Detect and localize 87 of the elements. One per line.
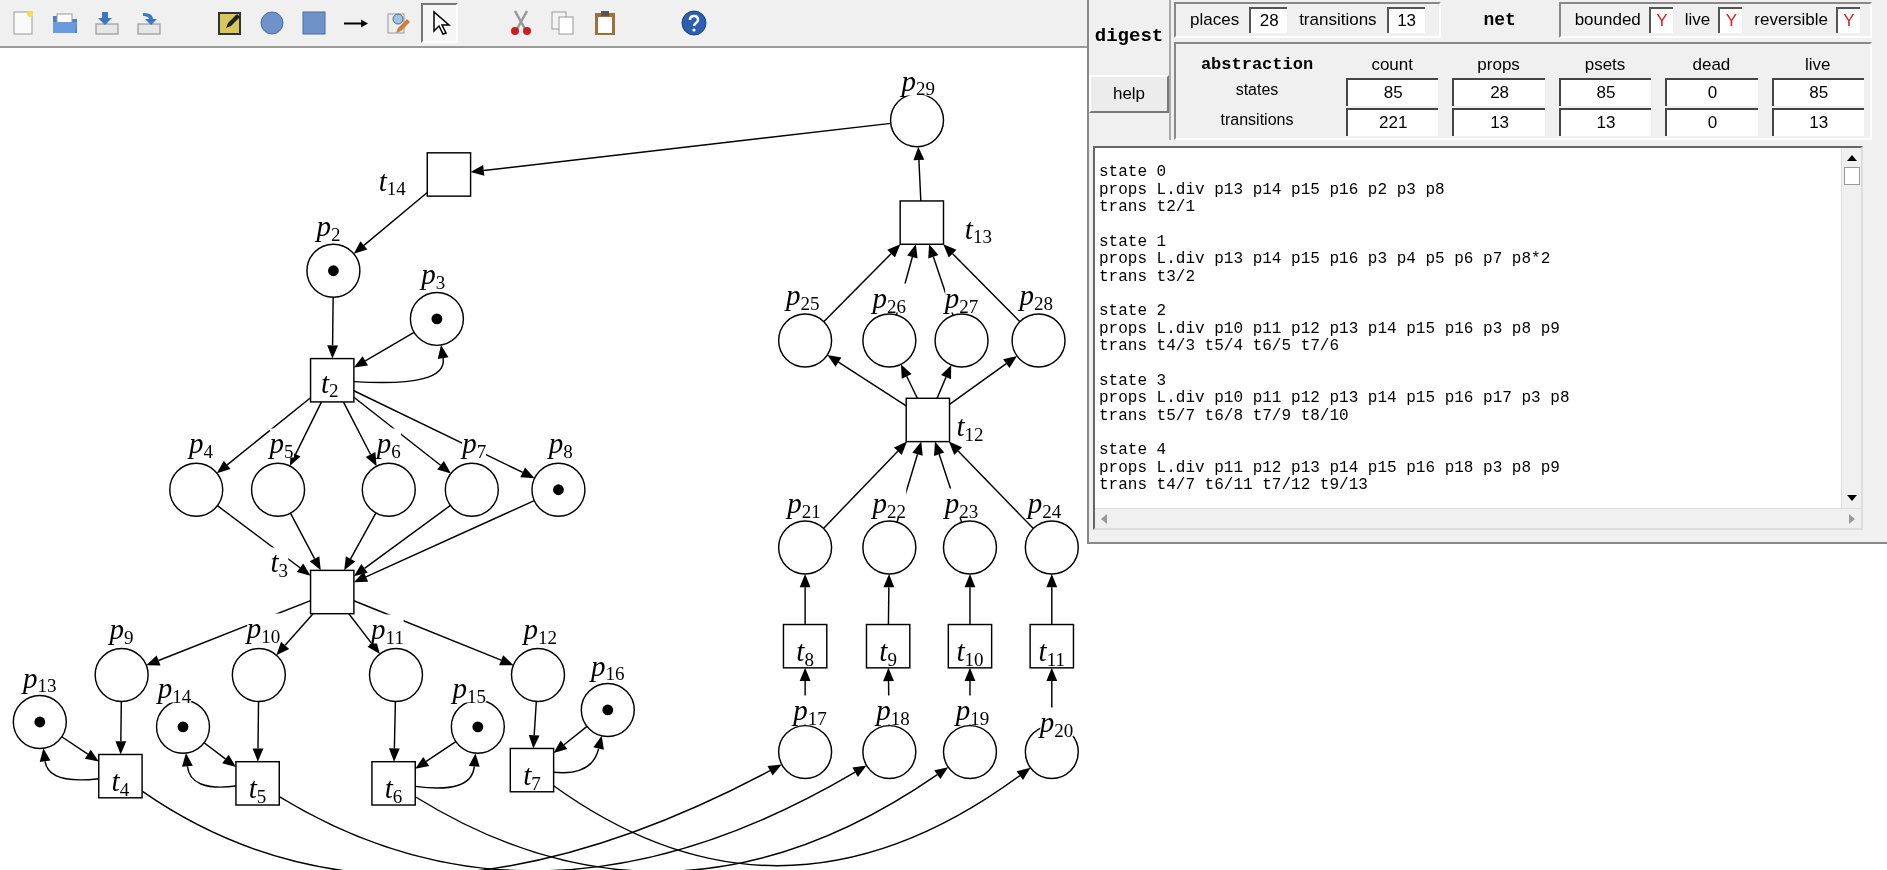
places-label: places (1190, 9, 1240, 32)
place-label: p$_{10}$ (246, 613, 281, 643)
arc-arrow (913, 146, 925, 202)
place-label: p$_{18}$ (876, 695, 910, 725)
value-field[interactable]: 28 (1452, 78, 1545, 106)
output-line: state 1 (1099, 233, 1168, 251)
value-field[interactable]: Y (1836, 7, 1861, 33)
help-icon (679, 9, 708, 37)
place-label: p$_{23}$ (944, 488, 979, 518)
arc-arrow (799, 574, 811, 626)
place-label: p$_{6}$ (376, 428, 401, 458)
place-label: p$_{17}$ (793, 695, 827, 725)
vertical-scrollbar[interactable] (1841, 148, 1861, 508)
row-label: states (1234, 80, 1280, 100)
column-header: psets (1583, 54, 1627, 76)
arc-arrow (327, 296, 338, 359)
output-line: trans t5/7 t6/8 t7/9 t8/10 (1099, 407, 1350, 425)
arc-arrow (252, 700, 264, 762)
value-field[interactable]: 0 (1665, 108, 1758, 136)
value-field[interactable]: 221 (1346, 108, 1439, 136)
column-header: count (1370, 54, 1414, 76)
help-button[interactable]: help (1089, 74, 1169, 113)
arrow-icon (342, 18, 369, 28)
value-field[interactable]: Y (1648, 7, 1673, 33)
flag-label: reversible (1754, 9, 1829, 32)
arc-arrow (528, 700, 540, 749)
down-arrow-icon (1845, 493, 1858, 503)
value-field[interactable]: 13 (1558, 108, 1652, 136)
column-header: dead (1691, 54, 1732, 76)
column-header: live (1804, 54, 1832, 76)
output-line: props L.div p10 p11 p12 p13 p14 p15 p16 p3 p8 p9 (1099, 320, 1561, 338)
output-line: props L.div p11 p12 p13 p14 p15 p16 p18 p3 p8 p9 (1099, 459, 1561, 477)
copy-icon (548, 9, 577, 37)
place-label: p$_{5}$ (269, 428, 294, 458)
flag-label: bounded (1574, 9, 1641, 32)
place-label: p$_{19}$ (955, 695, 990, 725)
arc-arrow (115, 700, 127, 755)
output-line: state 3 (1099, 372, 1168, 390)
place-label: p$_{20}$ (1039, 707, 1074, 737)
column-header: props (1476, 54, 1521, 76)
output-line: state 4 (1099, 442, 1168, 460)
value-field[interactable]: 85 (1771, 78, 1865, 106)
right-arrow-icon (1847, 512, 1857, 525)
digest-title: digest (1094, 24, 1164, 49)
value-field[interactable]: 85 (1346, 78, 1439, 106)
transitions-label: transitions (1299, 9, 1377, 32)
transition-label: t$_{3}$ (270, 547, 288, 577)
arc-arrow (883, 574, 895, 626)
circle-icon (257, 9, 286, 37)
row-label: transitions (1219, 110, 1295, 130)
output-line: props L.div p13 p14 p15 p16 p3 p4 p5 p6 p7 p8*2 (1099, 251, 1552, 269)
output-line: trans t2/1 (1099, 199, 1196, 217)
value-field[interactable]: 13 (1771, 108, 1865, 136)
transition-node (899, 200, 945, 245)
output-line: trans t4/7 t6/11 t7/12 t9/13 (1099, 477, 1369, 495)
scroll-thumb[interactable] (1843, 167, 1860, 185)
output-text-area[interactable] (1093, 146, 1863, 530)
transition-node (426, 152, 472, 197)
horizontal-scrollbar[interactable] (1095, 508, 1861, 528)
place-label: p$_{22}$ (872, 488, 907, 518)
transition-node (309, 569, 355, 615)
flag-label: live (1684, 9, 1711, 32)
value-field[interactable]: 85 (1558, 78, 1652, 106)
transition-node (905, 397, 951, 443)
arc-arrow (388, 700, 400, 762)
save-icon (92, 9, 121, 37)
left-arrow-icon (1099, 512, 1109, 525)
arc-arrow (964, 574, 976, 626)
output-line: props L.div p10 p11 p12 p13 p14 p15 p16 p17 p3 p8 (1099, 390, 1571, 408)
up-arrow-icon (1845, 153, 1858, 163)
value-field[interactable]: 0 (1665, 78, 1758, 106)
arc-arrow (1046, 574, 1058, 626)
tool-button[interactable] (421, 3, 458, 43)
place-label: p$_{26}$ (872, 283, 907, 313)
note-pencil-icon (215, 9, 244, 37)
value-field[interactable]: 28 (1249, 7, 1288, 33)
output-line: trans t3/2 (1099, 268, 1196, 286)
output-line: state 2 (1099, 303, 1168, 321)
output-line: props L.div p13 p14 p15 p16 p2 p3 p8 (1099, 181, 1446, 199)
abstraction-title: abstraction (1199, 54, 1315, 76)
value-field[interactable]: Y (1718, 7, 1743, 33)
output-line: state 0 (1099, 164, 1168, 182)
net-title: net (1482, 8, 1517, 32)
square-icon (299, 9, 328, 37)
value-field[interactable]: 13 (1452, 108, 1545, 136)
value-field[interactable]: 13 (1386, 7, 1425, 33)
output-line: trans t4/3 t5/4 t6/5 t7/6 (1099, 338, 1341, 356)
